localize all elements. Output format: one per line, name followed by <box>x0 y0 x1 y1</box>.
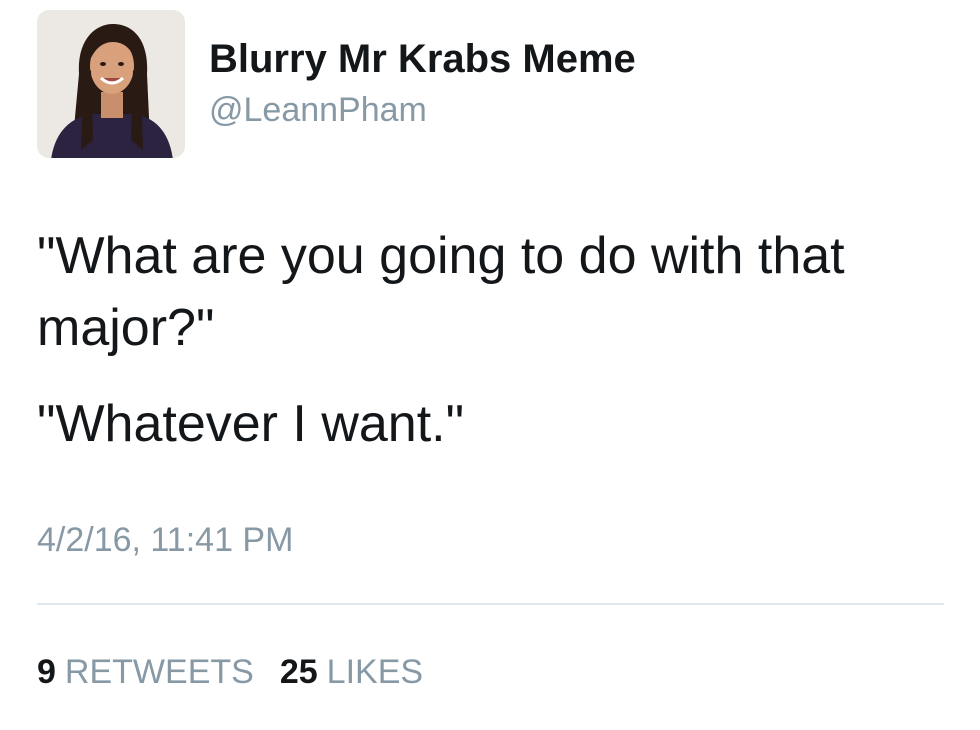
tweet-paragraph: "Whatever I want." <box>37 395 465 453</box>
tweet-stats: 9 RETWEETS 25 LIKES <box>37 652 423 692</box>
retweets-count: 9 <box>37 653 56 691</box>
tweet-text: "What are you going to do with that majo… <box>37 220 957 460</box>
tweet-card: Blurry Mr Krabs Meme @LeannPham "What ar… <box>0 0 980 730</box>
divider <box>37 603 944 605</box>
display-name[interactable]: Blurry Mr Krabs Meme <box>209 36 636 82</box>
user-handle[interactable]: @LeannPham <box>209 90 636 130</box>
retweets-stat[interactable]: 9 RETWEETS <box>37 652 254 692</box>
likes-stat[interactable]: 25 LIKES <box>280 652 423 692</box>
likes-count: 25 <box>279 653 318 691</box>
avatar[interactable] <box>37 10 185 158</box>
tweet-timestamp[interactable]: 4/2/16, 11:41 PM <box>37 520 293 560</box>
profile-photo-icon <box>37 10 185 158</box>
user-info: Blurry Mr Krabs Meme @LeannPham <box>209 36 636 130</box>
likes-label: LIKES <box>326 653 424 691</box>
tweet-header: Blurry Mr Krabs Meme @LeannPham <box>37 10 636 158</box>
tweet-paragraph: "What are you going to do with that majo… <box>37 227 845 357</box>
retweets-label: RETWEETS <box>64 653 254 691</box>
